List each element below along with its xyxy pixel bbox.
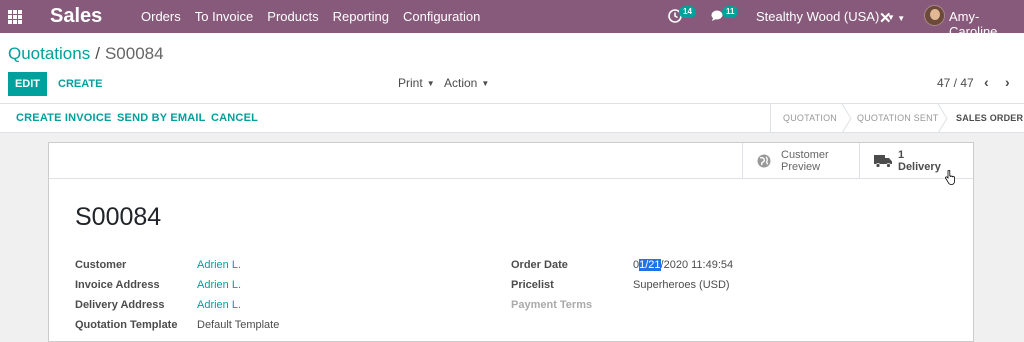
breadcrumb-current: S00084 xyxy=(104,44,164,63)
delivery-address-label: Delivery Address xyxy=(75,299,165,311)
send-by-email-button[interactable]: SEND BY EMAIL xyxy=(117,112,206,124)
chevron-right-icon: › xyxy=(1005,74,1010,90)
order-date-suffix: /2020 11:49:54 xyxy=(660,259,734,271)
form-sheet: Customer Preview 1 Delivery S00084 Custo… xyxy=(48,142,974,342)
delivery-text: Delivery xyxy=(898,161,941,173)
action-dropdown[interactable]: Action ▼ xyxy=(444,76,489,90)
pricelist-label: Pricelist xyxy=(511,279,554,291)
customer-value[interactable]: Adrien L. xyxy=(197,259,241,271)
breadcrumb-separator: / xyxy=(95,44,100,63)
create-button[interactable]: CREATE xyxy=(58,72,102,96)
preview-line-2: Preview xyxy=(781,161,821,173)
caret-down-icon: ▼ xyxy=(426,79,435,88)
user-avatar[interactable] xyxy=(924,5,945,26)
activity-button[interactable]: 14 xyxy=(668,6,696,28)
pager-previous-button[interactable]: ‹ xyxy=(984,74,989,90)
delivery-label: 1 Delivery xyxy=(898,149,941,173)
pager-value[interactable]: 47 / 47 xyxy=(937,76,974,90)
globe-icon xyxy=(757,154,771,168)
customer-preview-button[interactable]: Customer Preview xyxy=(742,143,859,179)
delivery-button[interactable]: 1 Delivery xyxy=(859,143,974,179)
breadcrumb: Quotations / S00084 xyxy=(8,44,164,64)
company-name: Stealthy Wood (USA) xyxy=(756,9,880,24)
delivery-count: 1 xyxy=(898,149,905,161)
smart-button-box: Customer Preview 1 Delivery xyxy=(49,143,973,179)
stage-quotation[interactable]: QUOTATION xyxy=(783,113,837,123)
stage-arrow-icon xyxy=(842,104,852,133)
customer-preview-label: Customer Preview xyxy=(781,149,829,173)
hand-cursor-icon xyxy=(945,170,955,185)
stage-pipeline: QUOTATION QUOTATION SENT SALES ORDER xyxy=(770,104,1024,133)
edit-button[interactable]: EDIT xyxy=(8,72,47,96)
breadcrumb-quotations[interactable]: Quotations xyxy=(8,44,90,63)
delivery-address-value[interactable]: Adrien L. xyxy=(197,299,241,311)
pricelist-value: Superheroes (USD) xyxy=(633,279,730,291)
customer-label: Customer xyxy=(75,259,127,271)
activity-count-badge: 14 xyxy=(679,6,696,18)
tools-icon: ✕ xyxy=(879,10,892,27)
top-navbar: Sales Orders To Invoice Products Reporti… xyxy=(0,0,1024,39)
payment-terms-label: Payment Terms xyxy=(511,299,593,311)
stage-sales-order[interactable]: SALES ORDER xyxy=(956,113,1023,123)
preview-line-1: Customer xyxy=(781,149,829,161)
main-menu: Orders To Invoice Products Reporting Con… xyxy=(141,9,494,24)
caret-down-icon: ▼ xyxy=(481,79,490,88)
company-switcher[interactable]: Stealthy Wood (USA) ▼ xyxy=(756,9,895,24)
invoice-address-value[interactable]: Adrien L. xyxy=(197,279,241,291)
create-invoice-button[interactable]: CREATE INVOICE xyxy=(16,112,112,124)
truck-icon xyxy=(874,155,892,168)
cancel-button[interactable]: CANCEL xyxy=(211,112,258,124)
order-date-selection: 1/21 xyxy=(639,259,661,271)
quotation-template-label: Quotation Template xyxy=(75,319,178,331)
menu-products[interactable]: Products xyxy=(267,9,318,24)
menu-to-invoice[interactable]: To Invoice xyxy=(195,9,254,24)
menu-orders[interactable]: Orders xyxy=(141,9,181,24)
app-name[interactable]: Sales xyxy=(50,5,102,28)
messaging-button[interactable]: 11 xyxy=(711,6,739,28)
chevron-left-icon: ‹ xyxy=(984,74,989,90)
order-date-value[interactable]: 01/21/2020 11:49:54 xyxy=(633,259,733,271)
form-statusbar: CREATE INVOICE SEND BY EMAIL CANCEL QUOT… xyxy=(0,104,1024,133)
menu-configuration[interactable]: Configuration xyxy=(403,9,480,24)
action-label: Action xyxy=(444,76,478,90)
message-count-badge: 11 xyxy=(722,6,739,18)
apps-grid-icon[interactable] xyxy=(8,10,22,24)
print-dropdown[interactable]: Print ▼ xyxy=(398,76,435,90)
pager-next-button[interactable]: › xyxy=(1005,74,1010,90)
stage-quotation-sent[interactable]: QUOTATION SENT xyxy=(857,113,938,123)
print-label: Print xyxy=(398,76,423,90)
stage-arrow-icon xyxy=(938,104,948,133)
invoice-address-label: Invoice Address xyxy=(75,279,160,291)
order-date-label: Order Date xyxy=(511,259,568,271)
menu-reporting[interactable]: Reporting xyxy=(333,9,389,24)
chevron-down-icon: ▼ xyxy=(897,14,906,23)
quotation-template-value: Default Template xyxy=(197,319,280,331)
record-title: S00084 xyxy=(75,203,162,231)
debug-menu[interactable]: ✕ ▼ xyxy=(879,9,905,27)
control-panel: Quotations / S00084 EDIT CREATE Print ▼ Act… xyxy=(0,33,1024,104)
